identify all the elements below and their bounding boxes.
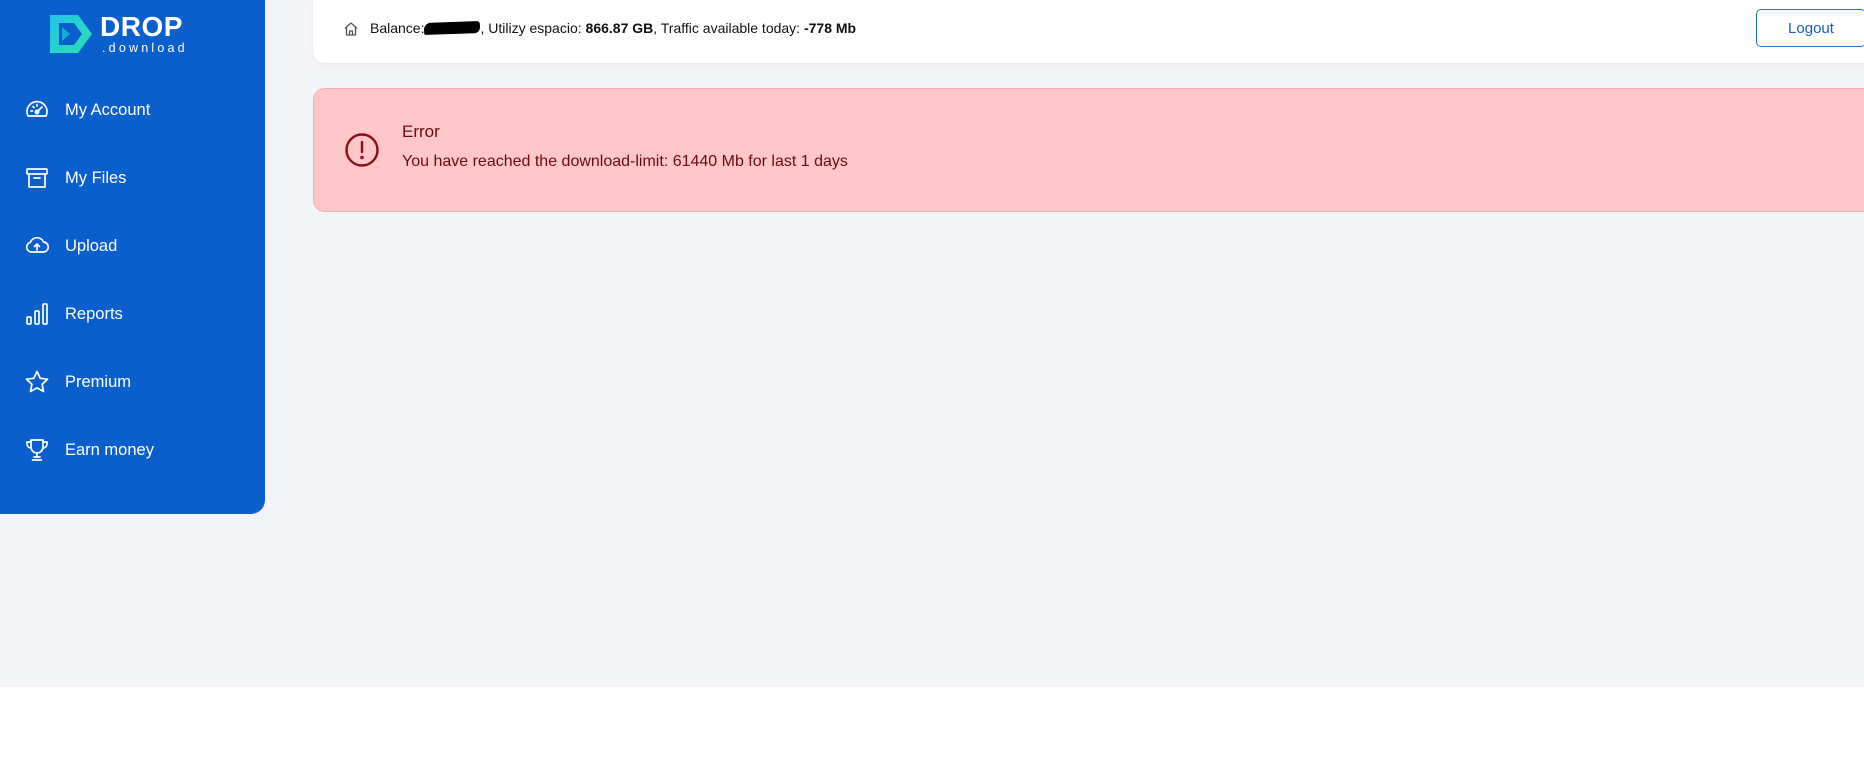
home-icon[interactable]	[343, 21, 359, 37]
top-bar: Balance: , Utilizy espacio: 866.87 GB, Tr…	[313, 0, 1864, 63]
app-root: DROP .download My Account My Files Uploa…	[0, 0, 1864, 687]
balance-label: Balance:	[370, 20, 425, 36]
error-message: You have reached the download-limit: 614…	[402, 153, 848, 170]
sidebar-item-label: Upload	[65, 236, 118, 255]
sidebar: DROP .download My Account My Files Uploa…	[0, 0, 265, 514]
star-icon	[24, 369, 50, 395]
sidebar-item-label: Earn money	[65, 440, 154, 459]
brand-logo[interactable]: DROP .download	[48, 13, 188, 55]
sidebar-item-upload[interactable]: Upload	[0, 212, 265, 280]
sidebar-item-label: Reports	[65, 304, 123, 323]
brand-subtitle: .download	[102, 41, 188, 56]
sidebar-item-premium[interactable]: Premium	[0, 348, 265, 416]
sidebar-item-my-account[interactable]: My Account	[0, 76, 265, 144]
exclamation-circle-icon	[345, 133, 379, 167]
sidebar-item-label: Premium	[65, 372, 132, 391]
trophy-icon	[24, 437, 50, 463]
bar-chart-icon	[24, 301, 50, 327]
archive-box-icon	[24, 165, 50, 191]
account-stats: Balance: , Utilizy espacio: 866.87 GB, Tr…	[370, 20, 856, 36]
error-title: Error	[402, 122, 440, 141]
traffic-value: -778 Mb	[803, 20, 857, 36]
sidebar-item-reports[interactable]: Reports	[0, 280, 265, 348]
sidebar-item-my-files[interactable]: My Files	[0, 144, 265, 212]
space-label: , Utilizy espacio:	[480, 20, 586, 36]
sidebar-nav: My Account My Files Upload Reports Premi…	[0, 76, 265, 484]
sidebar-item-label: My Files	[65, 168, 127, 187]
space-value: 866.87 GB	[585, 20, 654, 36]
logout-button[interactable]: Logout	[1756, 9, 1864, 47]
traffic-label: , Traffic available today:	[653, 20, 804, 36]
sidebar-item-earn-money[interactable]: Earn money	[0, 416, 265, 484]
error-alert: Error You have reached the download-limi…	[313, 88, 1864, 212]
cloud-upload-icon	[24, 233, 50, 259]
brand-name: DROP	[100, 11, 183, 43]
balance-redacted	[424, 21, 481, 35]
drop-logo-icon	[50, 15, 92, 53]
sidebar-item-label: My Account	[65, 100, 151, 119]
dashboard-gauge-icon	[24, 97, 50, 123]
